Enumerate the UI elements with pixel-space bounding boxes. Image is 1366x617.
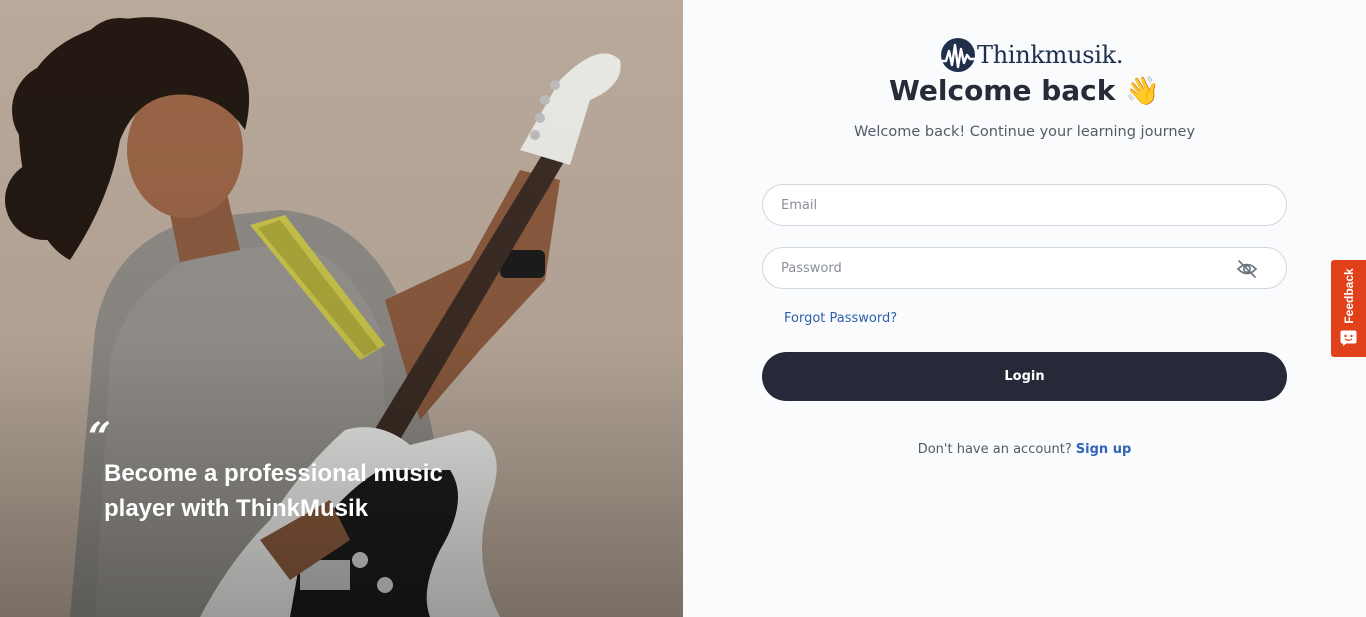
quote-mark: “ xyxy=(88,414,112,461)
hero-panel: “ Become a professional music player wit… xyxy=(0,0,683,617)
signup-line: Don't have an account? Sign up xyxy=(683,442,1366,457)
signup-link[interactable]: Sign up xyxy=(1076,442,1131,457)
hero-caption: Become a professional music player with … xyxy=(104,460,443,522)
feedback-tab[interactable]: Feedback xyxy=(1331,260,1366,357)
password-input[interactable] xyxy=(763,248,1286,288)
page-title: Welcome back 👋 xyxy=(889,74,1160,107)
thinkmusik-logo: Thinkmusik. xyxy=(940,37,1124,73)
chat-face-icon xyxy=(1340,330,1357,346)
logo-waveform-icon xyxy=(940,38,976,72)
logo-text: Thinkmusik. xyxy=(977,41,1124,69)
email-field-wrapper xyxy=(762,184,1287,226)
eye-slash-icon[interactable] xyxy=(1236,259,1258,279)
login-panel: Thinkmusik. Welcome back 👋 Welcome back!… xyxy=(683,0,1366,617)
forgot-password-link[interactable]: Forgot Password? xyxy=(784,311,897,326)
page-subtitle: Welcome back! Continue your learning jou… xyxy=(853,124,1196,140)
password-field-wrapper xyxy=(762,247,1287,289)
login-button[interactable]: Login xyxy=(762,352,1287,401)
email-input[interactable] xyxy=(763,185,1286,225)
signup-prompt: Don't have an account? xyxy=(917,442,1072,457)
feedback-label: Feedback xyxy=(1341,268,1356,324)
